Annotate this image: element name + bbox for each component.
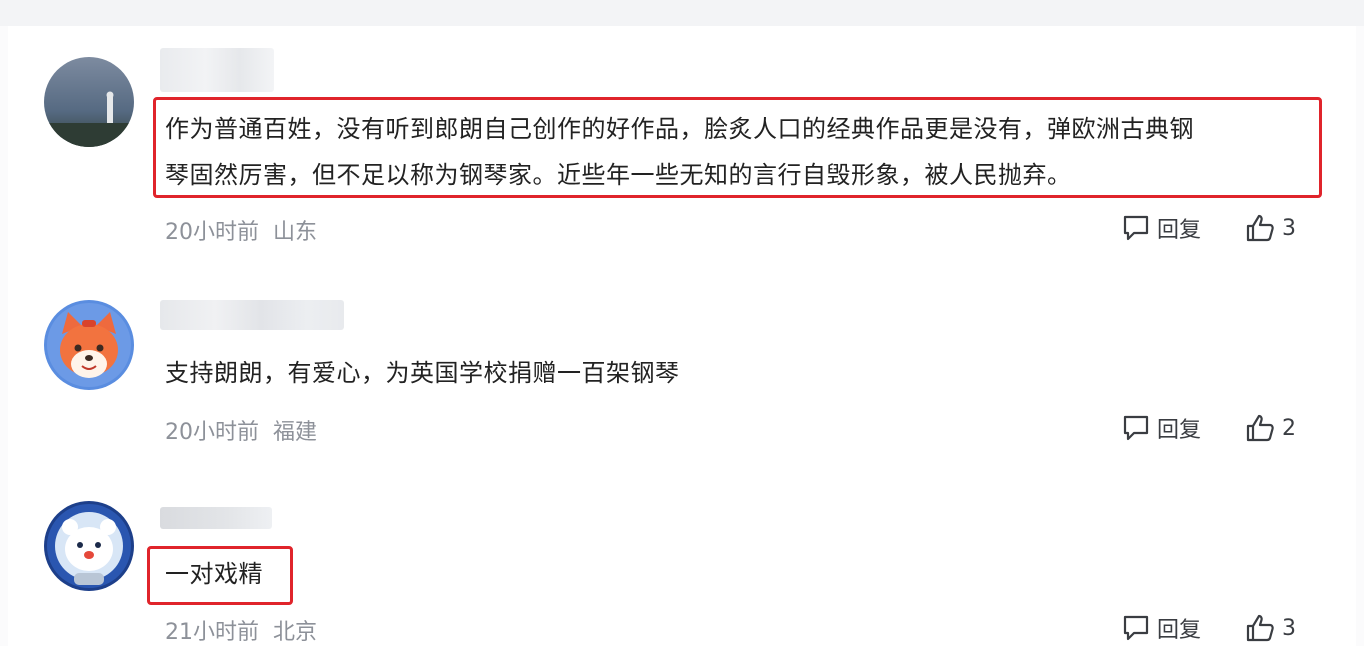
fox-avatar-icon[interactable]: [44, 300, 134, 390]
comment-text: 一对戏精: [165, 551, 263, 597]
comment-text-line: 琴固然厉害，但不足以称为钢琴家。近些年一些无知的言行自毁形象，被人民抛弃。: [165, 161, 1072, 189]
comment-time: 20小时前: [165, 420, 259, 445]
landscape-avatar-icon[interactable]: [44, 57, 134, 147]
comment-text: 支持朗朗，有爱心，为英国学校捐赠一百架钢琴: [165, 350, 680, 396]
username-blurred[interactable]: [160, 300, 344, 330]
reply-label: 回复: [1157, 218, 1202, 243]
like-button[interactable]: 3: [1244, 612, 1296, 644]
comment-text-line: 支持朗朗，有爱心，为英国学校捐赠一百架钢琴: [165, 359, 680, 387]
reply-label: 回复: [1157, 618, 1202, 643]
like-button[interactable]: 3: [1244, 212, 1296, 244]
thumbs-up-icon: [1244, 412, 1276, 444]
reply-button[interactable]: 回复: [1121, 212, 1201, 244]
username-blurred[interactable]: [160, 507, 272, 529]
reply-button[interactable]: 回复: [1121, 612, 1201, 644]
comment-meta: 20小时前 福建: [165, 414, 317, 446]
thumbs-up-icon: [1244, 212, 1276, 244]
comment-text: 作为普通百姓，没有听到郎朗自己创作的好作品，脍炙人口的经典作品更是没有，弹欧洲古…: [165, 106, 1194, 198]
comment-bubble-icon: [1121, 213, 1151, 243]
comment-meta: 21小时前 北京: [165, 614, 317, 646]
thumbs-up-icon: [1244, 612, 1276, 644]
reply-label: 回复: [1157, 418, 1202, 443]
comment-location: 山东: [273, 220, 318, 245]
top-bar: [0, 0, 1364, 26]
comment-text-line: 一对戏精: [165, 560, 263, 588]
username-blurred[interactable]: [160, 48, 274, 92]
comment-bubble-icon: [1121, 613, 1151, 643]
comment-text-line: 作为普通百姓，没有听到郎朗自己创作的好作品，脍炙人口的经典作品更是没有，弹欧洲古…: [165, 115, 1194, 143]
reply-button[interactable]: 回复: [1121, 412, 1201, 444]
like-count: 3: [1282, 215, 1296, 241]
comment-location: 福建: [273, 420, 318, 445]
like-count: 2: [1282, 415, 1296, 441]
comment-meta: 20小时前 山东: [165, 214, 317, 246]
like-button[interactable]: 2: [1244, 412, 1296, 444]
bear-avatar-icon[interactable]: [44, 501, 134, 591]
comment-time: 21小时前: [165, 620, 259, 645]
like-count: 3: [1282, 615, 1296, 641]
comment-time: 20小时前: [165, 220, 259, 245]
comment-location: 北京: [273, 620, 318, 645]
comment-bubble-icon: [1121, 413, 1151, 443]
